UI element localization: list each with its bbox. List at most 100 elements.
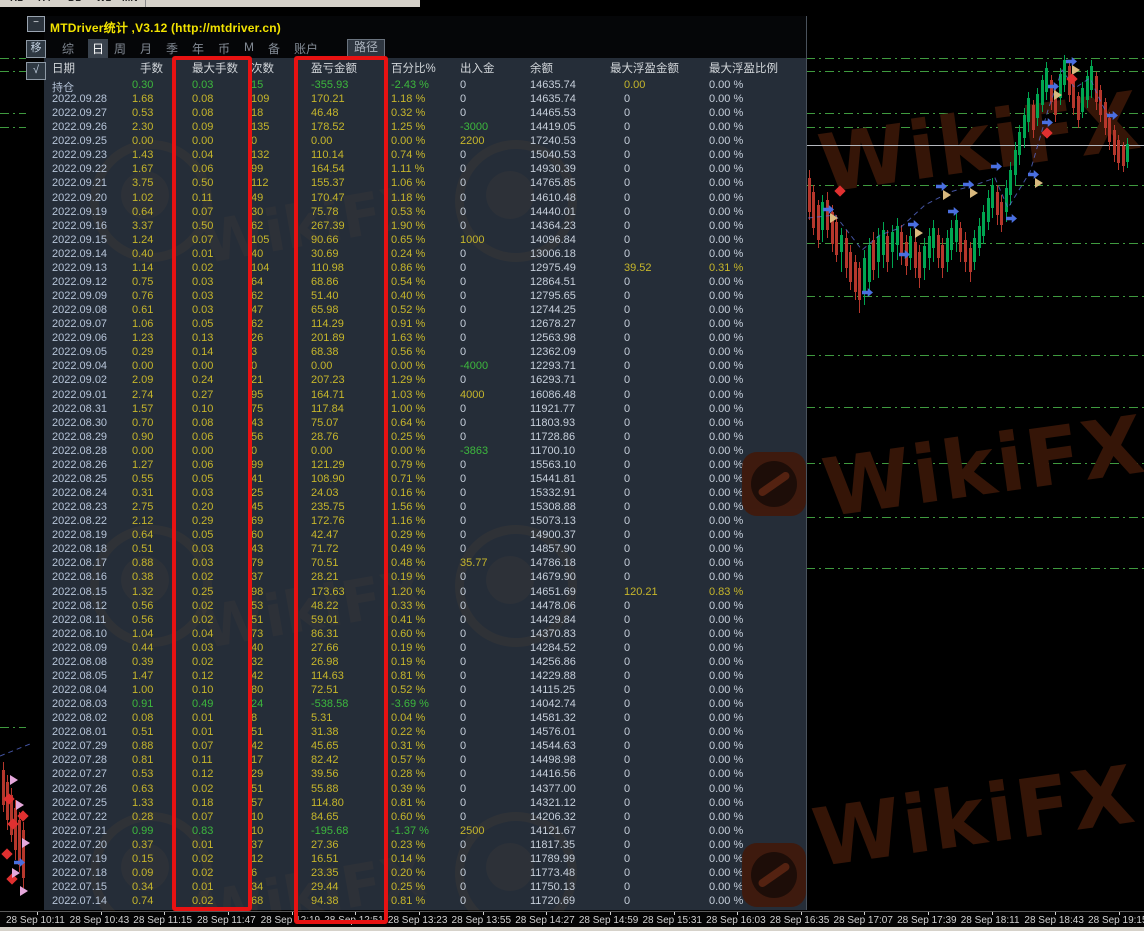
menu-item-1[interactable]: 日 bbox=[88, 39, 108, 58]
row-cell: 14635.74 bbox=[530, 79, 576, 91]
row-cell: 14370.83 bbox=[530, 628, 576, 640]
row-cell: 0.00 % bbox=[709, 360, 743, 372]
row-cell: 1.56 % bbox=[391, 501, 425, 513]
row-cell: 73 bbox=[251, 628, 263, 640]
row-cell: 80 bbox=[251, 684, 263, 696]
row-cell: 0.00 bbox=[132, 135, 153, 147]
row-cell: 11803.93 bbox=[530, 417, 575, 429]
row-cell: 14121.67 bbox=[530, 825, 576, 837]
buy-arrow-icon bbox=[1006, 214, 1017, 223]
row-cell: 0.00 % bbox=[709, 684, 743, 696]
candle-body bbox=[849, 252, 852, 282]
menu-item-6[interactable]: 币 bbox=[218, 40, 230, 57]
row-cell: 0.00 % bbox=[391, 360, 425, 372]
row-cell: 0 bbox=[460, 628, 466, 640]
row-cell: -3.69 % bbox=[391, 698, 429, 710]
menu-item-3[interactable]: 月 bbox=[140, 40, 152, 57]
row-cell: 0.00 % bbox=[709, 557, 743, 569]
candle-body bbox=[1063, 60, 1066, 85]
row-cell: 2022.08.25 bbox=[52, 473, 107, 485]
row-cell: 1.32 bbox=[132, 586, 153, 598]
row-cell: 2022.09.23 bbox=[52, 149, 107, 161]
menu-item-4[interactable]: 季 bbox=[166, 40, 178, 57]
row-cell: 0 bbox=[624, 600, 630, 612]
candle-body bbox=[914, 242, 917, 268]
row-cell: 0 bbox=[624, 234, 630, 246]
row-cell: 14229.88 bbox=[530, 670, 576, 682]
timeframe-button-d1[interactable]: D1 bbox=[68, 0, 81, 4]
row-cell: 0 bbox=[460, 614, 466, 626]
time-axis: 28 Sep 10:1128 Sep 10:4328 Sep 11:1528 S… bbox=[0, 911, 1144, 928]
row-cell: 57 bbox=[251, 797, 263, 809]
row-cell: 2022.08.28 bbox=[52, 445, 107, 457]
row-cell: 79 bbox=[251, 557, 263, 569]
close-triangle-icon bbox=[22, 838, 30, 848]
menu-item-8[interactable]: 备 bbox=[268, 40, 280, 57]
row-cell: 0.63 bbox=[132, 783, 153, 795]
row-cell: 0.99 bbox=[132, 825, 153, 837]
row-cell: 0 bbox=[624, 571, 630, 583]
row-cell: 0.28 bbox=[132, 811, 153, 823]
row-cell: 0 bbox=[460, 431, 466, 443]
menu-item-7[interactable]: M bbox=[244, 40, 254, 54]
row-cell: 0.65 % bbox=[391, 234, 425, 246]
candle-body bbox=[1081, 88, 1084, 112]
candle-body bbox=[923, 246, 926, 268]
row-cell: 0 bbox=[460, 754, 466, 766]
row-cell: 2022.08.08 bbox=[52, 656, 107, 668]
move-button[interactable]: 移 bbox=[26, 40, 46, 58]
bid-price-line bbox=[806, 145, 1144, 146]
row-cell: -3863 bbox=[460, 445, 488, 457]
time-axis-label: 28 Sep 14:59 bbox=[579, 915, 639, 926]
row-cell: 62 bbox=[251, 318, 263, 330]
row-cell: 0 bbox=[624, 220, 630, 232]
column-header-9: 最大浮盈比例 bbox=[709, 60, 778, 76]
row-cell: 0 bbox=[624, 135, 630, 147]
row-cell: 43 bbox=[251, 543, 263, 555]
timeframe-button-h4[interactable]: H4 bbox=[38, 0, 51, 4]
menu-item-2[interactable]: 周 bbox=[114, 40, 126, 57]
candle-body bbox=[1009, 170, 1012, 195]
row-cell: 11720.69 bbox=[530, 895, 575, 907]
row-cell: 0.00 % bbox=[709, 445, 743, 457]
row-cell: 11773.48 bbox=[530, 867, 575, 879]
row-cell: 0 bbox=[624, 698, 630, 710]
time-axis-label: 28 Sep 17:39 bbox=[897, 915, 957, 926]
row-cell: 0 bbox=[624, 895, 630, 907]
row-cell: 62 bbox=[251, 290, 263, 302]
row-cell: 3.75 bbox=[132, 177, 153, 189]
timeframe-toolbar[interactable]: H1 H4 D1 W1 MN bbox=[0, 0, 420, 7]
row-cell: 0 bbox=[460, 93, 466, 105]
row-cell: 0.86 % bbox=[391, 262, 425, 274]
check-button[interactable]: √ bbox=[26, 62, 46, 80]
row-cell: 2022.08.15 bbox=[52, 586, 107, 598]
candle-body bbox=[1072, 82, 1075, 108]
row-cell: 0.08 bbox=[132, 712, 153, 724]
timeframe-button-h1[interactable]: H1 bbox=[10, 0, 23, 4]
menu-item-5[interactable]: 年 bbox=[192, 40, 204, 57]
panel-title: MTDriver统计 ,V3.12 (http://mtdriver.cn) bbox=[50, 19, 281, 36]
row-cell: 0 bbox=[460, 149, 466, 161]
timeframe-button-w1[interactable]: W1 bbox=[96, 0, 111, 4]
row-cell: 42 bbox=[251, 740, 263, 752]
timeframe-button-mn[interactable]: MN bbox=[122, 0, 138, 4]
menu-item-9[interactable]: 账户 bbox=[294, 40, 318, 57]
row-cell: 0.00 % bbox=[709, 501, 743, 513]
row-cell: 2022.08.24 bbox=[52, 487, 107, 499]
row-cell: 0 bbox=[624, 628, 630, 640]
mt4-terminal: H1H4D1W1MN WikiFXWikiFXWikiFX − 移√ MTDri… bbox=[0, 0, 1144, 931]
panel-minimize-button[interactable]: − bbox=[27, 16, 45, 32]
row-cell: 60 bbox=[251, 529, 263, 541]
row-cell: 0 bbox=[624, 839, 630, 851]
time-axis-label: 28 Sep 11:47 bbox=[197, 915, 256, 926]
buy-arrow-icon bbox=[948, 207, 959, 216]
row-cell: 2022.08.10 bbox=[52, 628, 107, 640]
row-cell: 2022.09.15 bbox=[52, 234, 107, 246]
row-cell: 40 bbox=[251, 642, 263, 654]
row-cell: 0.74 bbox=[132, 895, 153, 907]
row-cell: 0.81 % bbox=[391, 797, 425, 809]
row-cell: 0 bbox=[624, 811, 630, 823]
row-cell: 11789.99 bbox=[530, 853, 575, 865]
path-button[interactable]: 路径 bbox=[347, 39, 385, 57]
menu-item-0[interactable]: 综 bbox=[62, 40, 74, 57]
